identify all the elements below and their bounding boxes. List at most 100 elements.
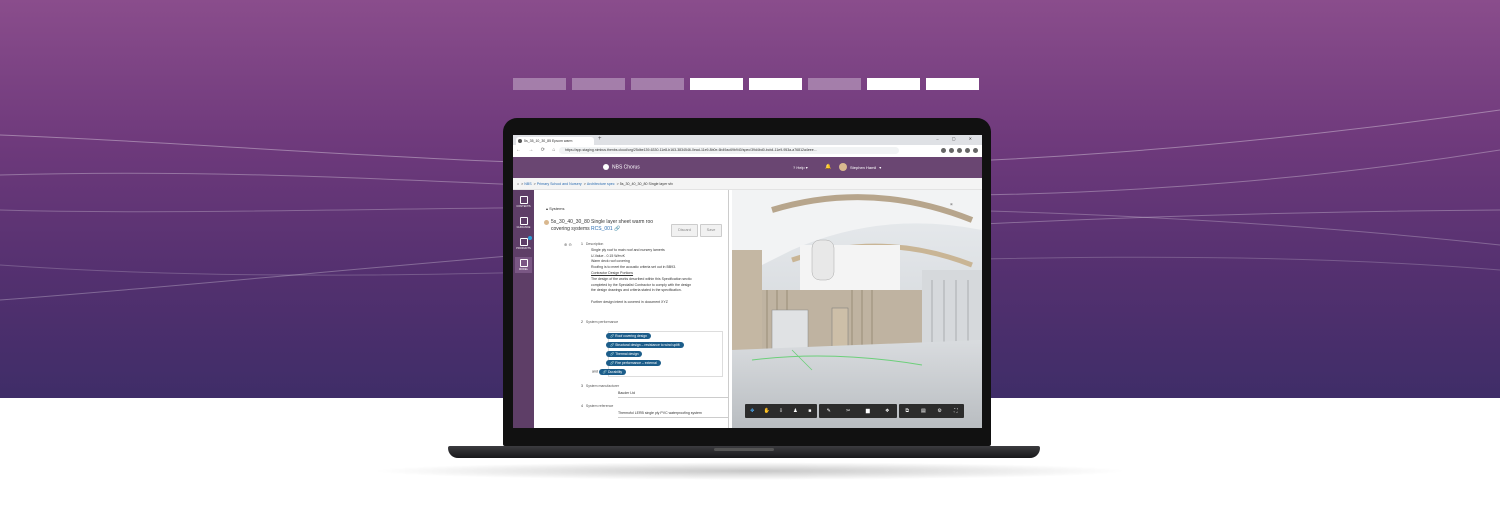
walk-icon[interactable]: ♟ <box>791 408 799 414</box>
breadcrumb-item[interactable]: NBS <box>524 182 531 186</box>
carousel-tab[interactable] <box>513 78 566 90</box>
carousel-tab[interactable] <box>631 78 684 90</box>
help-menu[interactable]: ? Help ▾ <box>793 165 808 170</box>
clause-system-reference: 4 System reference <box>581 404 726 410</box>
sidebar-item-products[interactable]: PRODUCTS <box>515 236 532 252</box>
app-logo[interactable]: NBS Chorus <box>603 164 640 170</box>
clause-title-line2: covering systems <box>551 226 590 232</box>
browser-tab-title: 5s_35_10_30_85 Epsom warm <box>524 139 573 143</box>
viewcube-icon[interactable]: ▣ <box>950 202 966 218</box>
browser-tab-bar: 5s_35_10_30_85 Epsom warm + – ▢ ✕ <box>513 135 982 145</box>
expand-collapse-icons[interactable]: ⊕ ⊖ <box>564 242 572 247</box>
browser-tab[interactable]: 5s_35_10_30_85 Epsom warm <box>516 137 594 145</box>
manufacturer-value: Bauder Ltd <box>618 391 636 395</box>
breadcrumb: ⌂ > NBS > Primary School and Nursery > A… <box>513 178 982 190</box>
laptop-screen: 5s_35_10_30_85 Epsom warm + – ▢ ✕ ← → ⟳ … <box>513 135 982 428</box>
clause-label: System manufacturer <box>585 384 620 388</box>
explode-icon[interactable]: ❖ <box>883 408 891 414</box>
user-name: Stephen Hamil <box>850 164 877 170</box>
description-line: Further design intent is covered in docu… <box>591 299 668 304</box>
favicon-icon <box>518 139 522 143</box>
clause-number: 3 <box>581 384 583 388</box>
sidebar-item-label: PRODUCTS <box>516 247 531 250</box>
breadcrumb-item[interactable]: Primary School and Nursery <box>537 182 582 186</box>
performance-pill[interactable]: 🔗 Structural design – resistance to wind… <box>606 341 684 348</box>
sidebar-item-contents[interactable]: CONTENTS <box>515 194 532 210</box>
viewer-toolbar-navigation: ✥ ✋ ⇩ ♟ ■ <box>745 404 817 418</box>
spec-document-panel: ▴ Systems 5s_30_40_30_80 Single layer sh… <box>534 190 729 428</box>
model-browser-icon[interactable]: ⧉ <box>903 408 911 414</box>
carousel-tab[interactable] <box>808 78 861 90</box>
clause-number: 1 <box>581 242 583 246</box>
reference-select[interactable]: Thermofol LERB single ply PVC waterproof… <box>618 410 728 418</box>
user-menu[interactable]: Stephen Hamil ▾ <box>839 163 881 171</box>
app-header: NBS Chorus ? Help ▾ 🔔 Stephen Hamil ▾ <box>513 157 982 178</box>
help-label: Help <box>796 165 805 170</box>
browser-nav-icons[interactable]: ← → ⟳ ⌂ <box>516 147 558 153</box>
viewer-toolbar-settings: ⧉ ▤ ⚙ ⛶ <box>899 404 964 418</box>
bim-interior-render <box>732 190 982 428</box>
measure-icon[interactable]: ✎ <box>825 408 833 414</box>
clause-label: System reference <box>585 404 614 408</box>
folder-icon[interactable]: ▆ <box>864 408 872 414</box>
app-logo-text: NBS Chorus <box>612 164 640 171</box>
clause-label: System performance <box>585 320 619 324</box>
extension-icons[interactable] <box>941 148 978 153</box>
performance-pill-list: 🔗 Roof covering design 🔗 Structural desig… <box>592 331 722 376</box>
discard-button[interactable]: Discard <box>671 224 698 237</box>
sidebar-item-label: MODEL <box>518 268 529 271</box>
address-bar[interactable]: https://app-staging.nimbus.thenbs.cloud/… <box>559 147 899 154</box>
bell-icon[interactable]: 🔔 <box>825 164 831 170</box>
home-icon[interactable]: ⌂ <box>517 182 519 186</box>
performance-pill[interactable]: 🔗 Durability <box>598 368 627 375</box>
clause-label: Description <box>585 242 604 246</box>
performance-pill[interactable]: 🔗 Thermal design <box>606 350 643 357</box>
clause-code[interactable]: RCS_001 <box>591 226 613 232</box>
settings-icon[interactable]: ⚙ <box>936 408 944 414</box>
reference-value: Thermofol LERB single ply PVC waterproof… <box>618 411 702 415</box>
performance-pill[interactable]: 🔗 Roof covering design <box>606 332 652 339</box>
new-tab-button[interactable]: + <box>598 136 602 142</box>
sidebar-item-label: CONTENTS <box>516 205 531 208</box>
sidebar: CONTENTS GUIDANCE PRODUCTS MODEL <box>513 190 534 428</box>
viewer-toolbar-tools: ✎ ✂ ▆ ❖ <box>819 404 897 418</box>
sidebar-item-model[interactable]: MODEL <box>515 257 532 273</box>
clause-number: 2 <box>581 320 583 324</box>
pan-icon[interactable]: ✋ <box>763 408 771 414</box>
sidebar-item-guidance[interactable]: GUIDANCE <box>515 215 532 231</box>
author-avatar <box>544 220 549 225</box>
carousel-tab[interactable] <box>867 78 920 90</box>
properties-icon[interactable]: ▤ <box>919 408 927 414</box>
first-person-icon[interactable]: ⇩ <box>777 408 785 414</box>
model-icon <box>519 259 528 267</box>
carousel-tab[interactable] <box>749 78 802 90</box>
clause-system-performance: 2 System performance <box>581 320 726 326</box>
carousel-tabs <box>513 78 979 90</box>
section-heading[interactable]: ▴ Systems <box>546 206 564 211</box>
products-icon <box>519 238 528 246</box>
fullscreen-icon[interactable]: ⛶ <box>952 408 960 414</box>
clause-number: 4 <box>581 404 583 408</box>
link-icon[interactable]: 🔗 <box>614 226 620 232</box>
carousel-tab[interactable] <box>926 78 979 90</box>
camera-icon[interactable]: ■ <box>806 408 814 414</box>
performance-pill[interactable]: 🔗 Fire performance – external <box>606 359 661 366</box>
contents-icon <box>519 196 528 204</box>
laptop-base <box>448 446 1040 458</box>
sidebar-item-label: GUIDANCE <box>516 226 531 229</box>
window-controls[interactable]: – ▢ ✕ <box>936 136 978 141</box>
clause-description: 1 Description Single ply roof to main ro… <box>581 242 726 306</box>
nbs-logo-icon <box>603 164 609 170</box>
section-icon[interactable]: ✂ <box>844 408 852 414</box>
avatar <box>839 163 847 171</box>
carousel-tab[interactable] <box>572 78 625 90</box>
clause-title-line1: 5s_30_40_30_80 Single layer sheet warm r… <box>551 219 654 225</box>
breadcrumb-item[interactable]: Architecture spec <box>587 182 615 186</box>
save-button[interactable]: Save <box>700 224 722 237</box>
notification-badge <box>528 236 532 240</box>
description-text[interactable]: Single ply roof to main roof and nursery… <box>581 248 726 306</box>
model-viewer[interactable]: ▣ ✥ ✋ ⇩ ♟ ■ ✎ ✂ ▆ ❖ ⧉ ▤ ⚙ ⛶ <box>732 190 982 428</box>
orbit-icon[interactable]: ✥ <box>748 408 756 414</box>
manufacturer-select[interactable]: Bauder Ltd▾ <box>618 390 728 398</box>
carousel-tab[interactable] <box>690 78 743 90</box>
